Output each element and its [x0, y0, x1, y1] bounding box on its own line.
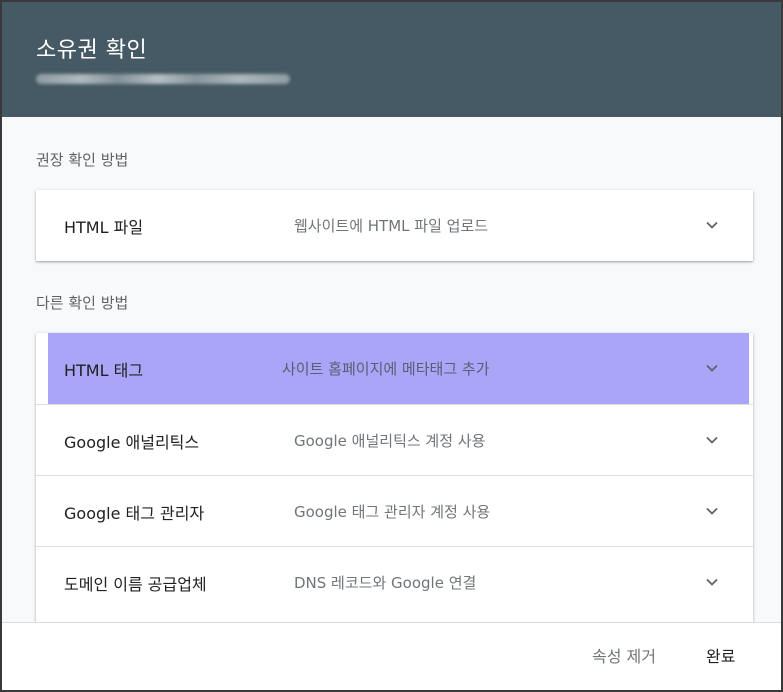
- other-section-label: 다른 확인 방법: [36, 294, 129, 312]
- method-description: 사이트 홈페이지에 메타태그 추가: [282, 360, 490, 378]
- dialog-footer: 속성 제거 완료: [2, 622, 781, 690]
- dialog-header: 소유권 확인: [2, 2, 781, 117]
- method-description: Google 태그 관리자 계정 사용: [294, 503, 491, 521]
- chevron-down-icon[interactable]: [705, 361, 719, 375]
- dialog-title: 소유권 확인: [36, 38, 148, 63]
- property-url-blurred: [36, 74, 290, 84]
- remove-property-button[interactable]: 속성 제거: [592, 643, 656, 667]
- chevron-down-icon[interactable]: [705, 218, 719, 232]
- other-methods-card: HTML 태그 사이트 홈페이지에 메타태그 추가 Google 애널리틱스 G…: [36, 333, 753, 622]
- method-row-html-tag[interactable]: HTML 태그 사이트 홈페이지에 메타태그 추가: [48, 333, 749, 404]
- chevron-down-icon[interactable]: [705, 433, 719, 447]
- method-row-html-file[interactable]: HTML 파일 웹사이트에 HTML 파일 업로드: [36, 190, 753, 261]
- method-description: Google 애널리틱스 계정 사용: [294, 432, 486, 450]
- method-description: DNS 레코드와 Google 연결: [294, 574, 477, 592]
- done-button[interactable]: 완료: [706, 643, 735, 667]
- chevron-down-icon[interactable]: [705, 504, 719, 518]
- recommended-methods-card: HTML 파일 웹사이트에 HTML 파일 업로드: [36, 190, 753, 261]
- chevron-down-icon[interactable]: [705, 575, 719, 589]
- method-title: HTML 파일: [64, 218, 144, 237]
- method-row-google-tag-manager[interactable]: Google 태그 관리자 Google 태그 관리자 계정 사용: [36, 475, 753, 546]
- ownership-verification-dialog: 소유권 확인 권장 확인 방법 HTML 파일 웹사이트에 HTML 파일 업로…: [0, 0, 783, 692]
- method-title: Google 애널리틱스: [64, 433, 200, 452]
- recommended-section-label: 권장 확인 방법: [36, 151, 129, 169]
- method-title: 도메인 이름 공급업체: [64, 575, 207, 594]
- method-row-domain-provider[interactable]: 도메인 이름 공급업체 DNS 레코드와 Google 연결: [36, 546, 753, 617]
- method-row-google-analytics[interactable]: Google 애널리틱스 Google 애널리틱스 계정 사용: [36, 404, 753, 475]
- method-title: HTML 태그: [64, 361, 144, 380]
- method-title: Google 태그 관리자: [64, 504, 205, 523]
- method-description: 웹사이트에 HTML 파일 업로드: [294, 217, 489, 235]
